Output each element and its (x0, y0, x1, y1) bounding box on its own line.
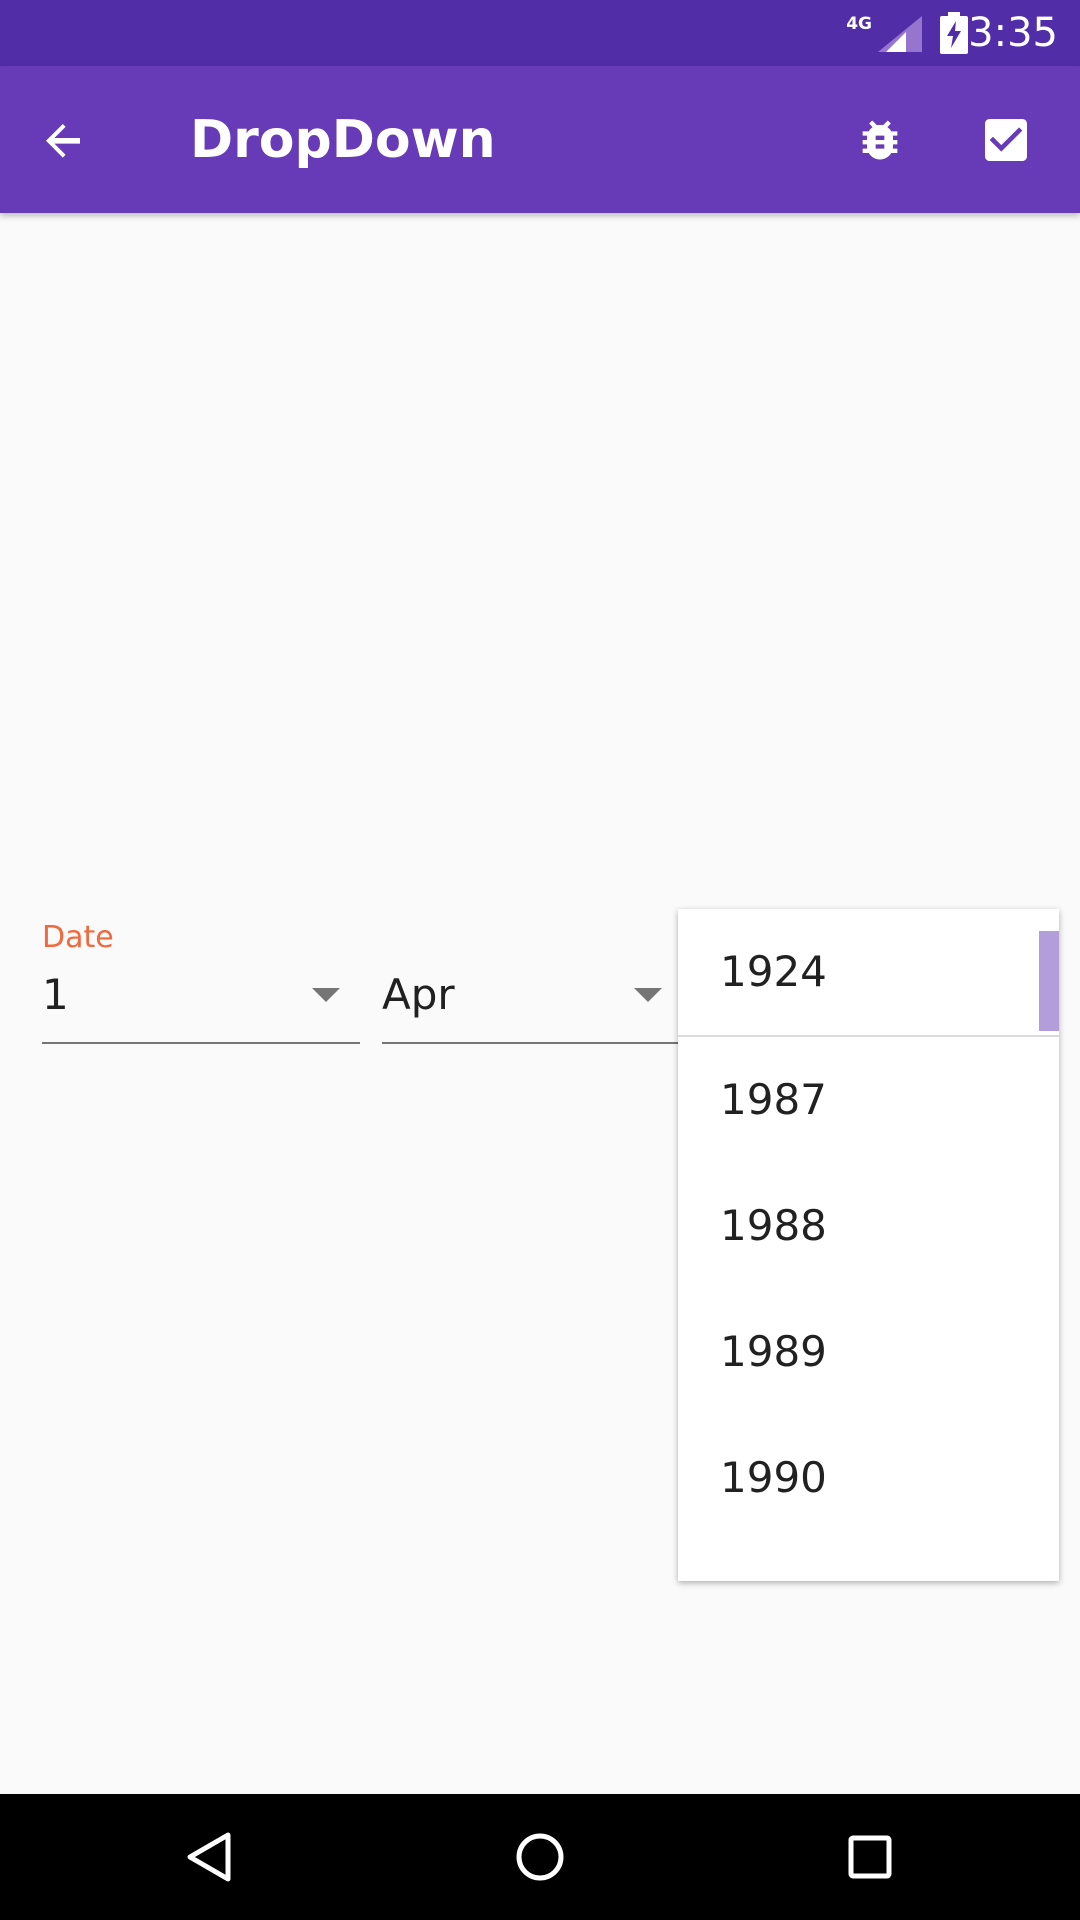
year-option-label: 1924 (720, 947, 827, 996)
arrow-back-icon (46, 124, 80, 158)
year-option-label: 1990 (720, 1453, 827, 1502)
dropdown-arrow-icon (312, 988, 340, 1002)
check-box-icon (985, 119, 1027, 161)
month-spinner[interactable]: Apr (382, 960, 682, 1044)
year-option[interactable]: 1988 (678, 1163, 1059, 1289)
date-label: Date (42, 920, 114, 955)
recents-square-icon (848, 1835, 892, 1879)
back-button[interactable] (28, 104, 100, 176)
year-dropdown-list[interactable]: 1924 1987 1988 1989 1990 (678, 909, 1059, 1581)
back-triangle-icon (187, 1832, 231, 1882)
scrollbar-thumb[interactable] (1039, 931, 1059, 1031)
year-option-label: 1989 (720, 1327, 827, 1376)
status-bar: 4G 3:35 (0, 0, 1080, 66)
navigation-bar (0, 1794, 1080, 1920)
dropdown-arrow-icon (634, 988, 662, 1002)
network-type: 4G (846, 14, 872, 34)
year-option-label: 1987 (720, 1075, 827, 1124)
page-title: DropDown (190, 110, 496, 170)
year-option-label: 1988 (720, 1201, 827, 1250)
year-option[interactable]: 1989 (678, 1289, 1059, 1415)
battery-charging-icon (940, 12, 968, 54)
nav-back-button[interactable] (170, 1817, 250, 1897)
year-option[interactable]: 1987 (678, 1037, 1059, 1163)
debug-button[interactable] (844, 104, 916, 176)
year-option-selected[interactable]: 1924 (678, 909, 1059, 1037)
app-bar: DropDown (0, 66, 1080, 213)
signal-icon (878, 16, 922, 52)
confirm-button[interactable] (970, 104, 1042, 176)
nav-recents-button[interactable] (830, 1817, 910, 1897)
day-spinner[interactable]: 1 (42, 960, 360, 1044)
year-option[interactable]: 1990 (678, 1415, 1059, 1541)
bug-icon (862, 120, 898, 160)
month-value: Apr (382, 970, 455, 1019)
home-circle-icon (516, 1833, 564, 1881)
clock: 3:35 (968, 10, 1058, 56)
day-value: 1 (42, 970, 69, 1019)
nav-home-button[interactable] (500, 1817, 580, 1897)
